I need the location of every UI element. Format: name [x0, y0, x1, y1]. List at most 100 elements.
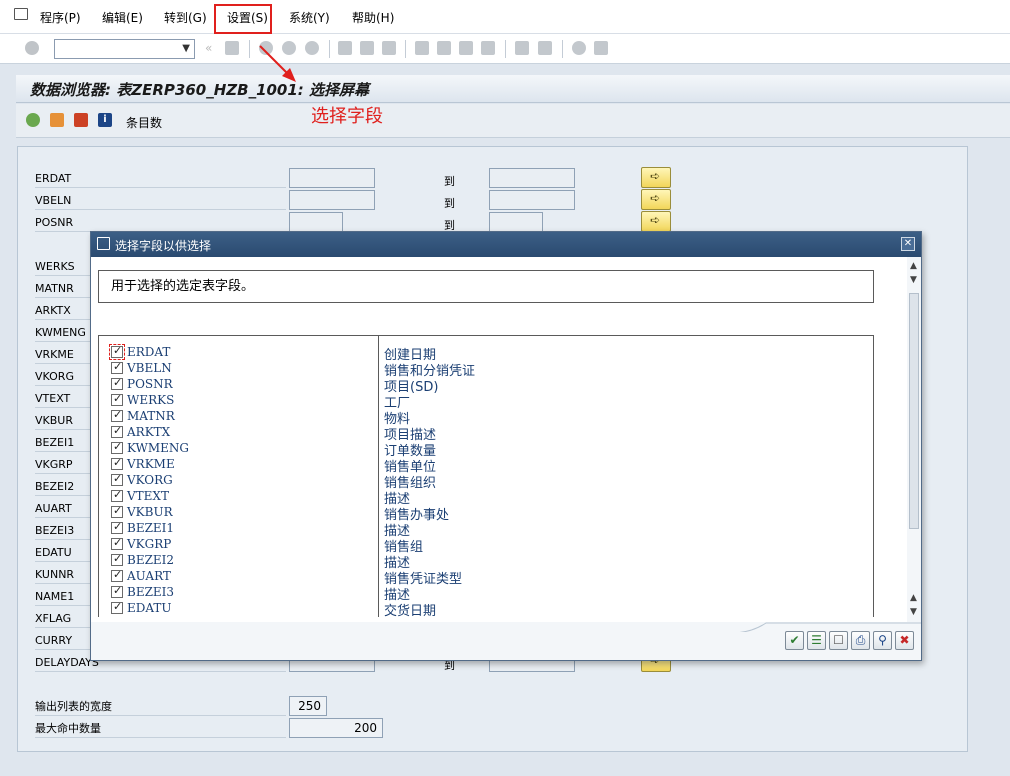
menu-bar: 程序(P) 编辑(E) 转到(G) 设置(S) 系统(Y) 帮助(H) [0, 0, 1010, 34]
close-icon[interactable]: ✕ [901, 237, 915, 251]
save-icon[interactable] [225, 41, 239, 55]
menu-system[interactable]: 系统(Y) [289, 9, 330, 26]
select-all-icon[interactable]: ☰ [807, 631, 826, 650]
scroll-thumb[interactable] [909, 293, 919, 529]
field-checkbox[interactable] [111, 440, 123, 454]
info-icon[interactable]: i [98, 113, 112, 127]
list-item: EDATU 交货日期 [99, 600, 873, 617]
field-selection-dialog: 选择字段以供选择 ✕ 用于选择的选定表字段。 ERDAT创建日期VBELN销售和… [90, 231, 922, 661]
menu-program[interactable]: 程序(P) [40, 9, 81, 26]
field-name: ARKTX [127, 425, 171, 439]
list-item: POSNR项目(SD) [99, 376, 873, 395]
field-checkbox[interactable] [111, 536, 123, 550]
field-checkbox[interactable] [111, 456, 123, 470]
field-checkbox[interactable] [111, 504, 123, 518]
field-name: WERKS [127, 393, 175, 407]
deselect-all-icon[interactable]: ☐ [829, 631, 848, 650]
field-name: EDATU [127, 601, 172, 615]
multiple-selection-button[interactable] [641, 211, 671, 232]
list-item: WERKS工厂 [99, 392, 873, 411]
field-checkbox[interactable] [109, 344, 125, 360]
first-page-icon[interactable] [415, 41, 429, 55]
cancel-icon[interactable]: ✖ [895, 631, 914, 650]
field-name: VBELN [127, 361, 172, 375]
field-low-input[interactable] [289, 212, 343, 232]
field-checkbox[interactable] [111, 568, 123, 582]
scroll-top-icon[interactable]: ▲ [910, 261, 917, 271]
previous-page-icon[interactable] [437, 41, 451, 55]
menu-edit[interactable]: 编辑(E) [102, 9, 143, 26]
scroll-down-icon[interactable]: ▲ [910, 593, 917, 603]
selection-options-icon[interactable] [74, 113, 88, 127]
chevron-down-icon[interactable]: ▼ [182, 43, 190, 54]
field-checkbox[interactable] [111, 520, 123, 534]
execute-icon[interactable] [26, 113, 40, 127]
output-width-input[interactable]: 250 [289, 696, 327, 716]
field-checkbox[interactable] [111, 392, 123, 406]
screen-title-bar: 数据浏览器: 表ZERP360_HZB_1001: 选择屏幕 [16, 75, 1010, 103]
field-checkbox[interactable] [111, 600, 123, 614]
help-icon[interactable] [572, 41, 586, 55]
field-name: VRKME [127, 457, 175, 471]
field-checkbox[interactable] [111, 584, 123, 598]
field-name: BEZEI1 [127, 521, 175, 535]
field-label: POSNR [35, 214, 286, 232]
list-item: BEZEI3描述 [99, 584, 873, 603]
scroll-up-icon[interactable]: ▼ [910, 275, 917, 285]
entry-count-button[interactable]: 条目数 [126, 114, 162, 131]
session-menu-icon[interactable] [14, 8, 28, 20]
field-checkbox[interactable] [111, 360, 123, 374]
multiple-selection-button[interactable] [641, 167, 671, 188]
toolbar-separator [249, 40, 250, 58]
field-high-input[interactable] [489, 168, 575, 188]
dialog-scrollbar[interactable]: ▲ ▼ ▲ ▼ [907, 257, 921, 622]
confirm-icon[interactable]: ✔ [785, 631, 804, 650]
dialog-footer: ✔ ☰ ☐ ⎙ ⚲ ✖ [91, 622, 921, 660]
field-low-input[interactable] [289, 168, 375, 188]
toolbar-separator [329, 40, 330, 58]
list-item: ERDAT创建日期 [99, 344, 873, 363]
field-checkbox[interactable] [111, 552, 123, 566]
dynamic-selection-icon[interactable] [50, 113, 64, 127]
field-name: BEZEI3 [127, 585, 175, 599]
next-page-icon[interactable] [459, 41, 473, 55]
field-label: VBELN [35, 192, 286, 210]
command-field[interactable]: ▼ [54, 39, 195, 59]
shortcut-icon[interactable] [538, 41, 552, 55]
print-icon[interactable]: ⎙ [851, 631, 870, 650]
field-name: BEZEI2 [127, 553, 175, 567]
dialog-info-text: 用于选择的选定表字段。 [98, 270, 874, 303]
cancel-icon[interactable] [305, 41, 319, 55]
menu-goto[interactable]: 转到(G) [164, 9, 207, 26]
last-page-icon[interactable] [481, 41, 495, 55]
list-item: VKBUR销售办事处 [99, 504, 873, 523]
field-name: AUART [127, 569, 171, 583]
field-checkbox[interactable] [111, 472, 123, 486]
field-high-input[interactable] [489, 190, 575, 210]
field-low-input[interactable] [289, 190, 375, 210]
field-name: KWMENG [127, 441, 190, 455]
scroll-bottom-icon[interactable]: ▼ [910, 607, 917, 617]
field-checkbox[interactable] [111, 424, 123, 438]
max-hits-label: 最大命中数量 [35, 720, 286, 738]
enter-icon[interactable] [25, 41, 39, 55]
field-high-input[interactable] [489, 212, 543, 232]
dialog-title: 选择字段以供选择 [115, 239, 212, 253]
find-next-icon[interactable] [382, 41, 396, 55]
menu-help[interactable]: 帮助(H) [352, 9, 394, 26]
find-icon[interactable] [360, 41, 374, 55]
field-name: MATNR [127, 409, 175, 423]
max-hits-input[interactable]: 200 [289, 718, 383, 738]
field-checkbox[interactable] [111, 408, 123, 422]
field-name: ERDAT [127, 345, 171, 359]
field-checkbox[interactable] [111, 376, 123, 390]
print-icon[interactable] [338, 41, 352, 55]
field-name: POSNR [127, 377, 173, 391]
field-name: VKGRP [127, 537, 172, 551]
field-checkbox[interactable] [111, 488, 123, 502]
find-icon[interactable]: ⚲ [873, 631, 892, 650]
create-session-icon[interactable] [515, 41, 529, 55]
customize-layout-icon[interactable] [594, 41, 608, 55]
multiple-selection-button[interactable] [641, 189, 671, 210]
annotation-arrow-icon [259, 45, 296, 82]
